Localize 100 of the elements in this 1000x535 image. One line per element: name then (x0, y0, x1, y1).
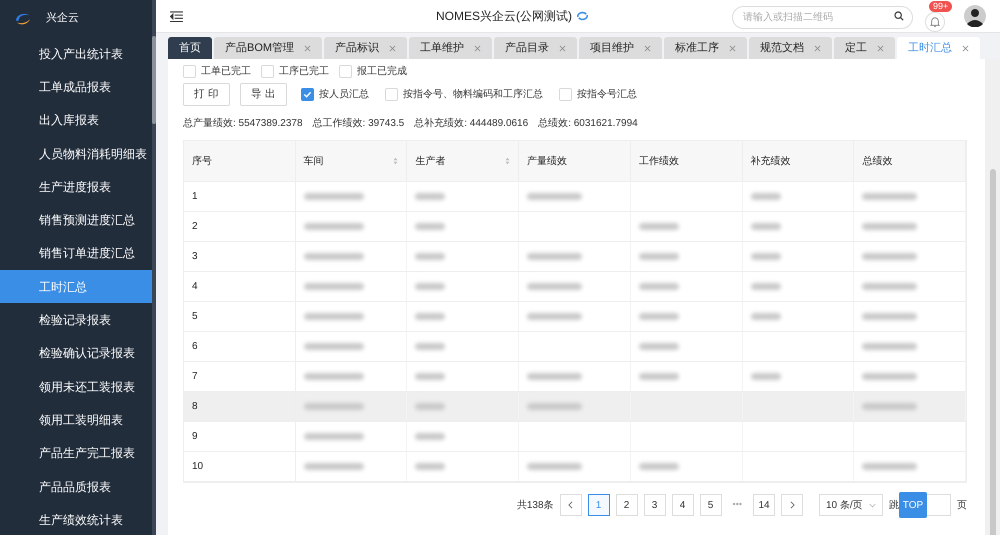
blurred-text (862, 313, 918, 320)
table-row[interactable]: 4 (184, 272, 966, 302)
table-row[interactable]: 7 (184, 362, 966, 392)
bell-icon (930, 16, 940, 28)
close-icon[interactable] (729, 44, 736, 52)
sidebar-item[interactable]: 人员物料消耗明细表 (0, 136, 152, 170)
sidebar-item[interactable]: 销售订单进度汇总 (0, 236, 152, 270)
tab[interactable]: 工单维护 (409, 37, 492, 59)
sidebar-item[interactable]: 产品生产完工报表 (0, 436, 152, 470)
sidebar-item[interactable]: 领用未还工装报表 (0, 370, 152, 404)
checkbox[interactable] (300, 88, 314, 101)
sidebar-item[interactable]: 投入产出统计表 (0, 37, 152, 70)
sidebar-item[interactable]: 生产进度报表 (0, 170, 152, 204)
table-row[interactable]: 8 (184, 392, 966, 422)
tab[interactable]: 产品目录 (494, 37, 578, 59)
table-cell-text: 4 (192, 280, 198, 294)
table-row[interactable]: 6 (184, 332, 966, 362)
previous-page-button[interactable] (560, 494, 582, 516)
sidebar-item[interactable]: 检验确认记录报表 (0, 336, 152, 370)
tab-label: 产品目录 (505, 40, 550, 56)
tab[interactable]: 标准工序 (664, 37, 748, 59)
table-row[interactable]: 3 (184, 242, 966, 272)
action-button[interactable]: 打 印 (183, 83, 230, 106)
table-row[interactable]: 1 (184, 182, 966, 212)
sidebar-item[interactable]: 工单成品报表 (0, 70, 152, 104)
blurred-text (638, 253, 679, 260)
search-field[interactable]: 请输入或扫描二维码 (732, 6, 913, 28)
table-cell-text: 7 (192, 370, 198, 384)
close-icon[interactable] (304, 44, 312, 52)
close-icon[interactable] (474, 44, 482, 52)
page-button[interactable]: 3 (644, 494, 666, 516)
blurred-text (304, 403, 364, 410)
sidebar-item[interactable]: 领用工装明细表 (0, 403, 152, 437)
column-header: 序号 (192, 154, 212, 168)
avatar-icon[interactable] (964, 5, 986, 27)
table-row[interactable]: 10 (184, 452, 966, 482)
sort-icon[interactable] (505, 157, 510, 165)
sidebar-item[interactable]: 检验记录报表 (0, 303, 152, 337)
blurred-text (750, 313, 781, 320)
tab-label: 标准工序 (675, 40, 720, 56)
page-button[interactable]: 2 (616, 494, 638, 516)
column-header: 生产者 (415, 154, 446, 168)
action-button[interactable]: 导 出 (240, 83, 287, 106)
tab[interactable]: 产品标识 (324, 37, 408, 59)
table-cell-text: 9 (192, 430, 198, 444)
sidebar-item[interactable]: 销售预测进度汇总 (0, 203, 152, 237)
blurred-text (862, 373, 918, 380)
table-cell-text: 6 (192, 340, 198, 354)
sort-icon[interactable] (393, 157, 398, 165)
checkbox-label: 工序已完工 (279, 64, 329, 78)
app-title: NOMES兴企云(公网测试) (436, 8, 572, 25)
page-size-select[interactable]: 10 条/页 (819, 494, 883, 516)
total-text: 总工作绩效: 39743.5 (312, 116, 404, 130)
page-input[interactable] (927, 494, 951, 516)
page-unit: 页 (957, 498, 967, 512)
close-icon[interactable] (877, 44, 884, 52)
blurred-text (415, 283, 446, 290)
sidebar-item[interactable]: 生产绩效统计表 (0, 503, 152, 535)
tab[interactable]: 产品BOM管理 (214, 37, 322, 59)
blurred-text (862, 343, 918, 350)
search-icon[interactable] (894, 10, 904, 20)
blurred-text (304, 463, 364, 470)
table-cell-text: 3 (192, 250, 198, 264)
close-icon[interactable] (644, 44, 652, 52)
tab-label: 工单维护 (420, 40, 464, 56)
tab-label: 项目维护 (590, 40, 634, 56)
page-button[interactable]: 4 (672, 494, 694, 516)
menu-icon[interactable] (170, 10, 183, 22)
close-icon[interactable] (814, 44, 822, 52)
blurred-text (527, 373, 582, 380)
sidebar-item[interactable]: 产品品质报表 (0, 470, 152, 504)
close-icon[interactable] (389, 44, 396, 52)
blurred-text (750, 223, 781, 230)
page-button[interactable]: 5 (700, 494, 722, 516)
blurred-text (862, 223, 918, 230)
checkbox-label: 工单已完工 (201, 64, 251, 78)
close-icon[interactable] (962, 44, 970, 52)
blurred-text (527, 193, 582, 200)
table-cell-text: 1 (192, 190, 198, 204)
blurred-text (415, 313, 446, 320)
blurred-text (527, 283, 582, 290)
tab-label: 工时汇总 (908, 40, 952, 56)
tab[interactable]: 项目维护 (579, 37, 662, 59)
tab[interactable]: 规范文档 (749, 37, 832, 59)
close-icon[interactable] (559, 44, 566, 52)
total-count: 共138条 (516, 498, 554, 512)
chevron-right-icon (790, 501, 794, 509)
table-row[interactable]: 9 (184, 422, 966, 452)
table-row[interactable]: 5 (184, 302, 966, 332)
jump-label: 跳 (889, 498, 899, 512)
sidebar-item[interactable]: 出入库报表 (0, 104, 152, 137)
blurred-text (862, 403, 918, 410)
blurred-text (304, 313, 364, 320)
tab[interactable]: 定工 (834, 37, 896, 59)
table-row[interactable]: 2 (184, 212, 966, 242)
next-page-button[interactable] (781, 494, 803, 516)
refresh-icon[interactable] (576, 11, 589, 21)
blurred-text (638, 343, 679, 350)
page-button[interactable]: 14 (753, 494, 775, 516)
tab[interactable]: 首页 (168, 37, 212, 59)
